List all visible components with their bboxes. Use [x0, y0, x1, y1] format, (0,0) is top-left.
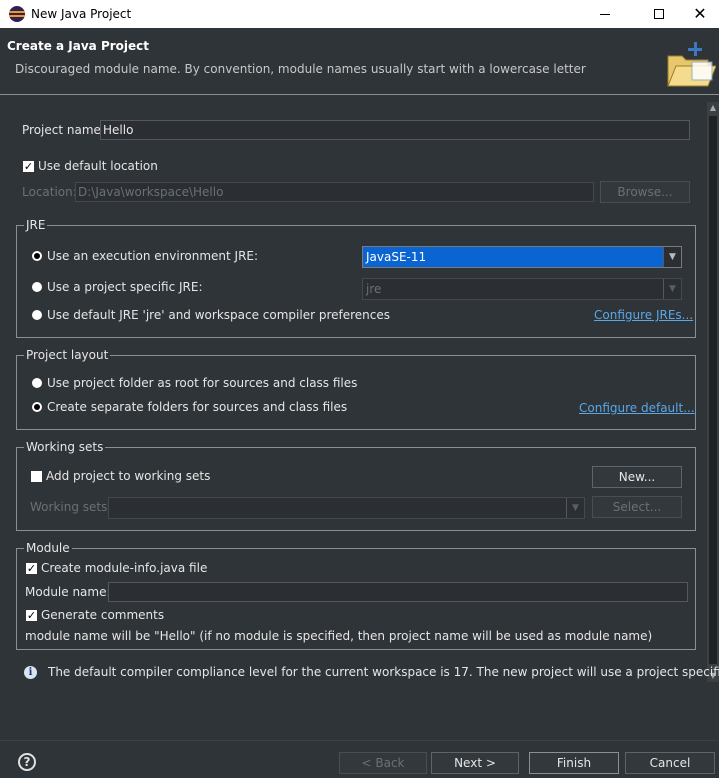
- info-icon: i: [24, 666, 37, 679]
- project-layout-group: [16, 355, 696, 430]
- layout-root-label: Use project folder as root for sources a…: [47, 376, 358, 390]
- title-bar: New Java Project ✕: [0, 0, 719, 28]
- working-sets-combo[interactable]: ▼: [108, 497, 585, 519]
- working-sets-label: Working sets:: [30, 500, 112, 514]
- exec-env-radio[interactable]: [31, 250, 43, 262]
- working-sets-group-title: Working sets: [24, 440, 106, 454]
- scroll-up-icon[interactable]: ▲: [708, 102, 718, 114]
- vertical-scrollbar[interactable]: ▲ ▼: [707, 102, 719, 682]
- next-button[interactable]: Next >: [431, 752, 519, 774]
- select-working-sets-button[interactable]: Select...: [592, 496, 682, 518]
- button-bar-separator: [0, 740, 719, 741]
- module-name-input[interactable]: [108, 582, 688, 602]
- specific-jre-value: jre: [366, 282, 382, 296]
- generate-comments-checkbox[interactable]: ✓: [25, 609, 38, 622]
- layout-separate-radio[interactable]: [31, 401, 43, 413]
- add-working-sets-label: Add project to working sets: [46, 469, 211, 483]
- window-title: New Java Project: [31, 7, 132, 21]
- project-layout-group-title: Project layout: [24, 348, 111, 362]
- specific-jre-combo[interactable]: jre ▼: [362, 278, 682, 300]
- generate-comments-label: Generate comments: [41, 608, 165, 622]
- folder-wizard-icon: [667, 42, 716, 87]
- browse-button[interactable]: Browse...: [600, 181, 690, 203]
- project-name-input[interactable]: Hello: [100, 120, 690, 140]
- add-working-sets-checkbox[interactable]: [30, 470, 43, 483]
- chevron-down-icon[interactable]: ▼: [663, 279, 681, 299]
- project-name-label: Project name:: [22, 123, 105, 137]
- exec-env-value: JavaSE-11: [366, 250, 427, 264]
- finish-button[interactable]: Finish: [529, 752, 619, 774]
- maximize-button[interactable]: [636, 0, 682, 28]
- page-title: Create a Java Project: [7, 39, 150, 53]
- wizard-header: Create a Java Project Discouraged module…: [0, 28, 719, 95]
- layout-separate-label: Create separate folders for sources and …: [47, 400, 348, 414]
- configure-jres-link[interactable]: Configure JREs...: [594, 308, 693, 322]
- specific-jre-label: Use a project specific JRE:: [47, 280, 203, 294]
- default-jre-label: Use default JRE 'jre' and workspace comp…: [47, 308, 391, 322]
- default-jre-radio[interactable]: [31, 309, 43, 321]
- location-input[interactable]: D:\Java\workspace\Hello: [75, 182, 594, 202]
- close-icon: ✕: [693, 4, 707, 23]
- exec-env-combo[interactable]: JavaSE-11 ▼: [362, 246, 682, 268]
- cancel-button[interactable]: Cancel: [625, 752, 715, 774]
- eclipse-icon: [9, 6, 25, 22]
- new-working-set-button[interactable]: New...: [592, 466, 682, 488]
- chevron-down-icon[interactable]: ▼: [566, 498, 584, 518]
- header-message: Discouraged module name. By convention, …: [15, 62, 586, 76]
- layout-root-radio[interactable]: [31, 377, 43, 389]
- maximize-icon: [654, 9, 664, 19]
- minimize-icon: [600, 13, 610, 15]
- back-button[interactable]: < Back: [339, 752, 427, 774]
- configure-default-link[interactable]: Configure default...: [579, 401, 695, 415]
- minimize-button[interactable]: [582, 0, 628, 28]
- use-default-location-label: Use default location: [38, 159, 158, 173]
- chevron-down-icon[interactable]: ▼: [663, 247, 681, 267]
- info-message: The default compiler compliance level fo…: [48, 665, 719, 679]
- create-module-info-checkbox[interactable]: ✓: [25, 562, 38, 575]
- help-icon[interactable]: ?: [18, 753, 36, 771]
- create-module-info-label: Create module-info.java file: [41, 561, 208, 575]
- scroll-thumb[interactable]: [709, 116, 717, 664]
- jre-group-title: JRE: [24, 218, 48, 232]
- module-group-title: Module: [24, 541, 72, 555]
- close-button[interactable]: ✕: [681, 0, 719, 28]
- exec-env-label: Use an execution environment JRE:: [47, 249, 259, 263]
- location-label: Location:: [22, 185, 77, 199]
- module-name-note: module name will be "Hello" (if no modul…: [25, 629, 653, 643]
- use-default-location-checkbox[interactable]: ✓: [22, 160, 35, 173]
- module-name-label: Module name:: [25, 585, 111, 599]
- specific-jre-radio[interactable]: [31, 281, 43, 293]
